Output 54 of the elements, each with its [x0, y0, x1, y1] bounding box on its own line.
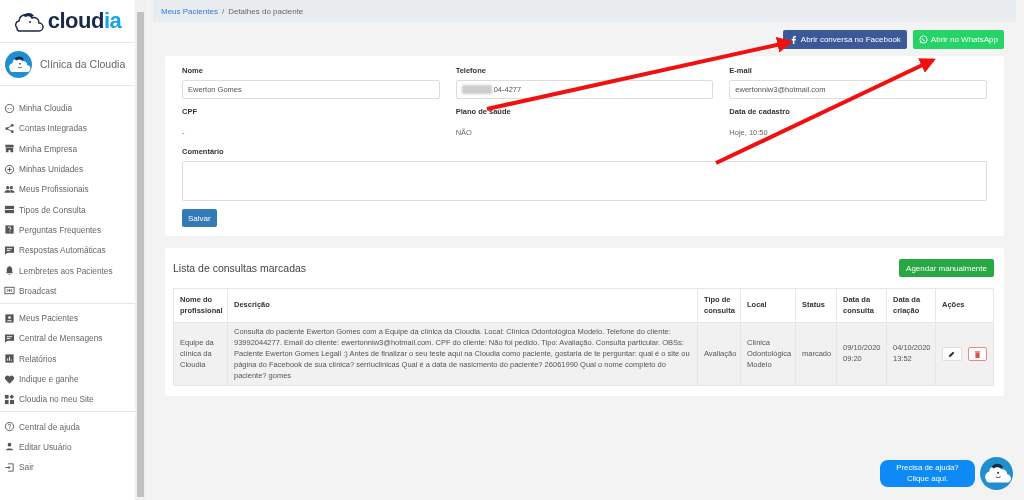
- sidebar-item[interactable]: Perguntas Frequentes: [0, 219, 135, 241]
- sidebar-item[interactable]: Meus Pacientes: [0, 307, 135, 329]
- heart-icon: [4, 373, 15, 385]
- bar-chart-icon: [4, 353, 15, 365]
- broadcast-icon: [4, 285, 15, 297]
- sidebar-item[interactable]: Tipos de Consulta: [0, 199, 135, 220]
- breadcrumb-current: Detalhes do paciente: [228, 6, 304, 16]
- edit-button[interactable]: [942, 347, 962, 362]
- chat-icon: [4, 332, 15, 344]
- scrollbar-thumb[interactable]: [136, 12, 144, 497]
- sidebar-item[interactable]: Respostas Automáticas: [0, 240, 135, 261]
- brand-logo-text: cloudia: [47, 8, 122, 34]
- bars-icon: [4, 204, 15, 216]
- contact-card-icon: [4, 312, 15, 324]
- breadcrumb-link[interactable]: Meus Pacientes: [161, 6, 218, 16]
- section-title: Lista de consultas marcadas: [173, 262, 307, 274]
- plus-circle-icon: [4, 163, 15, 175]
- delete-button[interactable]: [967, 347, 987, 362]
- exit-icon: [4, 461, 15, 473]
- chat-icon: [4, 244, 15, 256]
- people-icon: [4, 183, 15, 195]
- sidebar-item[interactable]: Minha Empresa: [0, 138, 135, 159]
- question-icon: [4, 224, 15, 236]
- trash-icon: [973, 350, 981, 358]
- sidebar-item[interactable]: Central de ajuda: [0, 416, 135, 437]
- sidebar-item[interactable]: Minhas Unidades: [0, 158, 135, 180]
- sidebar-item[interactable]: Editar Usuário: [0, 436, 135, 458]
- sidebar-item[interactable]: Contas Integradas: [0, 118, 135, 139]
- pencil-icon: [948, 350, 956, 358]
- save-button[interactable]: Salvar: [182, 209, 217, 227]
- store-icon: [4, 143, 15, 155]
- person-icon: [4, 441, 15, 453]
- help-icon: [4, 421, 15, 433]
- cloud-mascot-icon: [13, 10, 44, 32]
- bell-icon: [4, 265, 15, 276]
- share-icon: [4, 122, 15, 134]
- chat-avatar: [980, 457, 1013, 490]
- sidebar-item[interactable]: Indique e ganhe: [0, 368, 135, 390]
- widgets-icon: [4, 393, 15, 405]
- clinic-avatar: [5, 50, 32, 78]
- breadcrumb-separator: /: [221, 6, 225, 16]
- clinic-name: Clínica da Cloudia: [40, 58, 126, 70]
- facebook-button[interactable]: Abrir conversa no Facebook: [782, 30, 907, 49]
- sidebar-item[interactable]: Minha Cloudia: [0, 98, 135, 119]
- sidebar-item[interactable]: Sair: [0, 457, 135, 478]
- sidebar-item[interactable]: Cloudia no meu Site: [0, 389, 135, 410]
- sidebar-item[interactable]: Meus Profissionais: [0, 179, 135, 200]
- sidebar-item[interactable]: Lembretes aos Pacientes: [0, 260, 135, 281]
- face-icon: [4, 102, 15, 114]
- sidebar-item[interactable]: Broadcast: [0, 280, 135, 301]
- comment-field[interactable]: [182, 161, 987, 201]
- sidebar-item[interactable]: Central de Mensagens: [0, 328, 135, 349]
- whatsapp-icon: [918, 35, 928, 44]
- sidebar-item[interactable]: Relatórios: [0, 348, 135, 369]
